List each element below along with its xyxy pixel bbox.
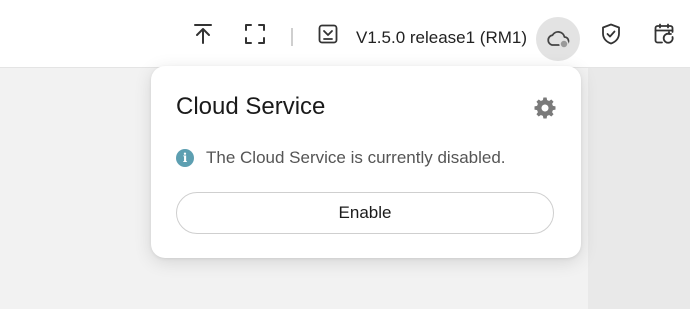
toolbar-divider [291, 28, 293, 46]
download-icon[interactable] [314, 20, 342, 48]
popover-title: Cloud Service [176, 93, 326, 120]
cloud-service-button[interactable] [536, 17, 580, 61]
gear-icon[interactable] [533, 96, 557, 120]
cloud-icon [547, 31, 570, 49]
calendar-refresh-icon[interactable] [650, 20, 678, 48]
cloud-service-popover: Cloud Service i The Cloud Service is cur… [151, 66, 581, 258]
status-text: The Cloud Service is currently disabled. [206, 148, 506, 167]
right-side-panel [588, 68, 690, 309]
fullscreen-icon[interactable] [241, 20, 269, 48]
info-icon: i [176, 149, 194, 167]
shield-check-icon[interactable] [597, 20, 625, 48]
status-row: i The Cloud Service is currently disable… [176, 148, 506, 168]
top-toolbar: V1.5.0 release1 (RM1) [0, 0, 690, 68]
enable-button[interactable]: Enable [176, 192, 554, 234]
version-label: V1.5.0 release1 (RM1) [356, 28, 528, 47]
upload-icon[interactable] [189, 20, 217, 48]
